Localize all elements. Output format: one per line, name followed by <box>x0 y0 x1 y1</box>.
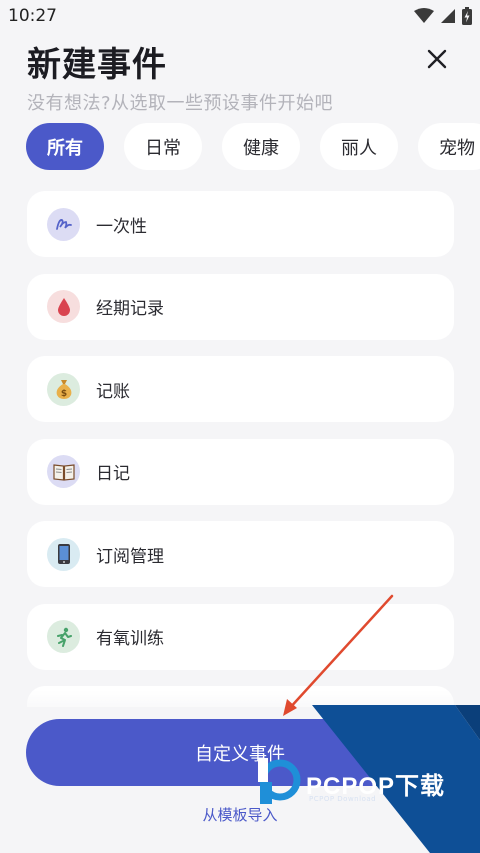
blood-drop-icon <box>47 290 80 323</box>
watermark-sub-text: PCPOP Download <box>309 795 377 803</box>
list-item-label: 有氧训练 <box>96 629 164 649</box>
status-icons <box>414 7 472 25</box>
list-item-label: 经期记录 <box>96 299 164 319</box>
tab-all[interactable]: 所有 <box>26 123 104 170</box>
runner-icon <box>47 620 80 653</box>
list-item-bookkeeping[interactable]: $ 记账 <box>27 356 454 422</box>
wifi-icon <box>414 8 434 23</box>
preset-event-list[interactable]: 一次性 经期记录 $ 记账 日记 订阅管理 有氧训练 <box>27 191 454 707</box>
page-title: 新建事件 <box>27 45 167 85</box>
list-item-one-time[interactable]: 一次性 <box>27 191 454 257</box>
list-item-label: 记账 <box>96 381 130 402</box>
list-item-diary[interactable]: 日记 <box>27 438 454 505</box>
list-fade <box>0 690 480 720</box>
signature-icon <box>47 207 80 241</box>
tab-health[interactable]: 健康 <box>222 123 300 170</box>
signal-icon <box>441 9 455 23</box>
status-time: 10:27 <box>8 6 57 26</box>
list-item-label: 订阅管理 <box>96 546 164 567</box>
open-book-icon <box>47 455 80 488</box>
list-item-label: 一次性 <box>96 216 147 237</box>
status-bar: 10:27 <box>0 0 480 34</box>
list-item-label: 日记 <box>96 464 130 484</box>
list-item-cardio[interactable]: 有氧训练 <box>27 603 454 670</box>
tab-beauty[interactable]: 丽人 <box>320 123 398 170</box>
tab-daily[interactable]: 日常 <box>124 123 202 170</box>
close-button[interactable] <box>420 42 454 76</box>
import-from-template-link[interactable]: 从模板导入 <box>0 804 480 825</box>
smartphone-icon <box>47 537 80 571</box>
list-item-period-log[interactable]: 经期记录 <box>27 273 454 340</box>
page-subtitle: 没有想法?从选取一些预设事件开始吧 <box>27 93 334 114</box>
category-tabs: 所有 日常 健康 丽人 宠物 <box>26 123 480 170</box>
svg-text:$: $ <box>60 389 66 399</box>
money-bag-icon: $ <box>47 372 80 406</box>
close-icon <box>427 49 447 69</box>
battery-charging-icon <box>462 7 472 25</box>
list-item-subscriptions[interactable]: 订阅管理 <box>27 521 454 587</box>
tab-pets[interactable]: 宠物 <box>418 123 480 170</box>
